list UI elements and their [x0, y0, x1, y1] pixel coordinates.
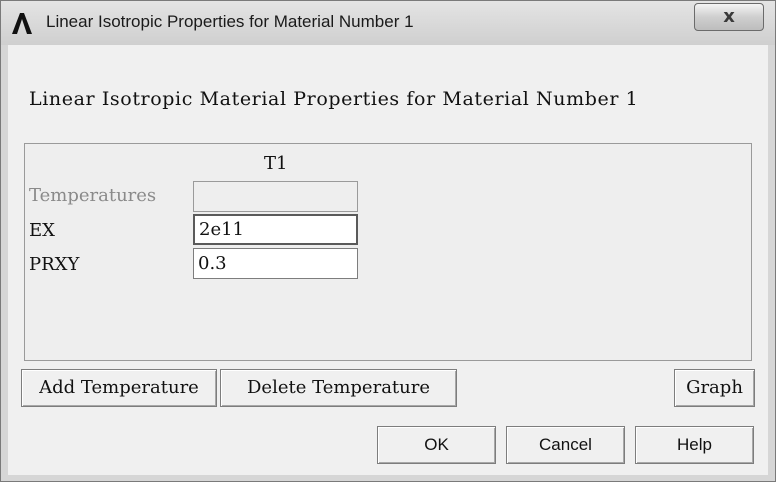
temperatures-label: Temperatures	[29, 185, 157, 206]
ex-field[interactable]: 2e11	[193, 214, 358, 245]
prxy-label: PRXY	[29, 254, 80, 275]
graph-button[interactable]: Graph	[674, 369, 755, 407]
material-properties-dialog: Linear Isotropic Properties for Material…	[0, 0, 776, 482]
dialog-heading: Linear Isotropic Material Properties for…	[29, 88, 639, 110]
prxy-field[interactable]: 0.3	[193, 248, 358, 279]
ex-label: EX	[29, 220, 55, 241]
column-header-t1: T1	[264, 153, 288, 174]
cancel-button[interactable]: Cancel	[506, 426, 625, 464]
close-button[interactable]: x	[694, 3, 764, 31]
ansys-logo-icon	[12, 13, 32, 34]
ok-button[interactable]: OK	[377, 426, 496, 464]
title-bar[interactable]: Linear Isotropic Properties for Material…	[1, 1, 775, 45]
temperatures-field	[193, 181, 358, 212]
properties-table-panel	[24, 143, 752, 361]
window-title: Linear Isotropic Properties for Material…	[46, 12, 414, 31]
help-button[interactable]: Help	[635, 426, 754, 464]
close-icon: x	[723, 6, 735, 27]
add-temperature-button[interactable]: Add Temperature	[21, 369, 217, 407]
delete-temperature-button[interactable]: Delete Temperature	[220, 369, 457, 407]
